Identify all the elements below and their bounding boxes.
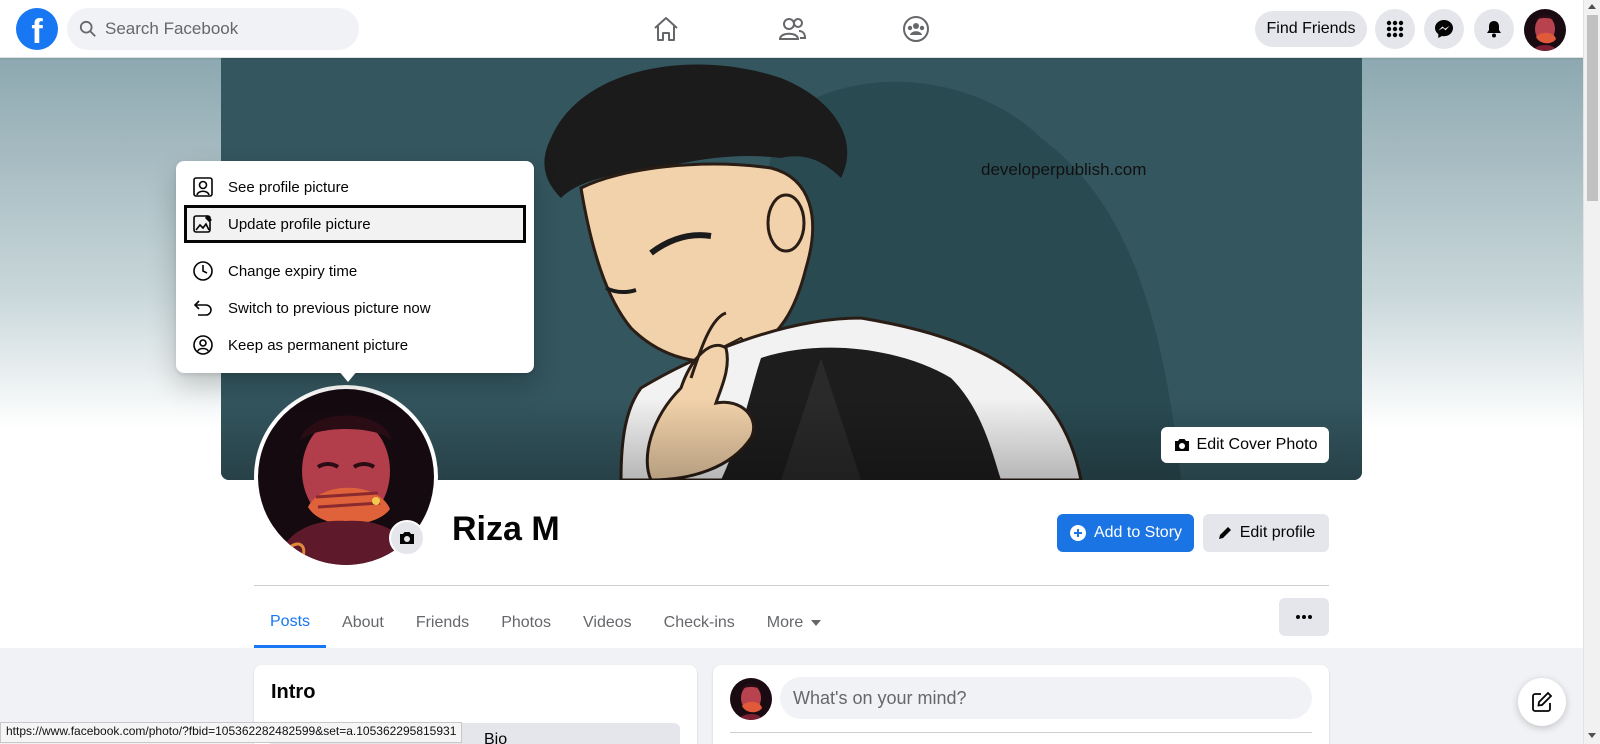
camera-icon <box>1174 439 1189 451</box>
tab-videos-label: Videos <box>583 614 632 631</box>
menu-item-keep-as-permanent-label: Keep as permanent picture <box>228 336 409 354</box>
menu-item-change-expiry-time[interactable]: Change expiry time <box>184 252 526 290</box>
scrollbar-thumb[interactable] <box>1587 15 1598 201</box>
menu-item-switch-to-previous-picture[interactable]: Switch to previous picture now <box>184 289 526 327</box>
compose-icon <box>1532 691 1553 712</box>
caret-down-icon <box>811 620 822 626</box>
more-options-button[interactable] <box>1279 598 1329 636</box>
tab-check-ins[interactable]: Check-ins <box>648 598 751 648</box>
facebook-logo-icon[interactable]: f <box>16 8 58 50</box>
menu-item-update-profile-picture-label: Update profile picture <box>228 215 371 233</box>
tab-photos-label: Photos <box>501 614 551 631</box>
profile-picture-menu: See profile picture Update profile pictu… <box>176 161 534 373</box>
top-navigation-bar: f Find Friends <box>0 0 1583 58</box>
edit-profile-button[interactable]: Edit profile <box>1203 514 1329 552</box>
menu-item-see-profile-picture[interactable]: See profile picture <box>184 168 526 206</box>
person-circle-icon <box>192 334 214 356</box>
image-edit-icon <box>192 213 214 235</box>
tab-photos[interactable]: Photos <box>485 598 567 648</box>
status-bar-url: https://www.facebook.com/photo/?fbid=105… <box>0 722 463 743</box>
menu-item-switch-to-previous-picture-label: Switch to previous picture now <box>228 299 431 317</box>
composer-divider <box>730 732 1312 733</box>
new-message-compose-button[interactable] <box>1518 678 1566 726</box>
edit-cover-photo-button[interactable]: Edit Cover Photo <box>1161 427 1329 463</box>
tab-videos[interactable]: Videos <box>567 598 648 648</box>
intro-title: Intro <box>271 681 316 703</box>
scroll-down-arrow-icon[interactable] <box>1588 733 1596 738</box>
friends-icon[interactable] <box>772 10 812 48</box>
home-icon[interactable] <box>646 10 686 48</box>
tab-check-ins-label: Check-ins <box>663 614 735 631</box>
add-to-story-button[interactable]: Add to Story <box>1057 514 1194 552</box>
tab-about[interactable]: About <box>326 598 400 648</box>
find-friends-button[interactable]: Find Friends <box>1255 11 1367 47</box>
menu-item-change-expiry-time-label: Change expiry time <box>228 262 358 280</box>
post-composer-card <box>713 665 1329 744</box>
tab-friends[interactable]: Friends <box>400 598 485 648</box>
tab-more-label: More <box>766 614 804 631</box>
notifications-bell-icon[interactable] <box>1474 9 1514 49</box>
edit-cover-photo-label: Edit Cover Photo <box>1196 436 1318 453</box>
whats-on-your-mind-input[interactable] <box>780 677 1312 719</box>
ellipsis-icon <box>1296 615 1312 619</box>
edit-profile-label: Edit profile <box>1239 524 1316 541</box>
undo-icon <box>192 297 214 319</box>
tab-about-label: About <box>342 614 384 631</box>
cover-watermark-text: developerpublish.com <box>981 160 1147 179</box>
account-avatar[interactable] <box>1524 9 1566 51</box>
scroll-up-arrow-icon[interactable] <box>1588 4 1596 9</box>
tab-more[interactable]: More <box>751 598 837 648</box>
tab-posts[interactable]: Posts <box>254 598 327 648</box>
profile-name: Riza M <box>452 510 560 548</box>
update-profile-picture-camera-icon[interactable] <box>389 520 425 556</box>
menu-pointer-arrow <box>338 370 358 382</box>
menu-item-keep-as-permanent[interactable]: Keep as permanent picture <box>184 326 526 364</box>
menu-grid-icon[interactable] <box>1375 9 1415 49</box>
search-icon <box>79 20 96 37</box>
search-box[interactable] <box>67 8 359 50</box>
plus-circle-icon <box>1069 525 1086 541</box>
search-input[interactable] <box>105 19 335 39</box>
person-frame-icon <box>192 176 214 198</box>
profile-divider <box>254 585 1329 586</box>
menu-item-update-profile-picture[interactable]: Update profile picture <box>184 205 526 243</box>
messenger-icon[interactable] <box>1424 9 1464 49</box>
menu-item-see-profile-picture-label: See profile picture <box>228 178 349 196</box>
profile-tabs: Posts About Friends Photos Videos Check-… <box>254 598 837 648</box>
groups-icon[interactable] <box>896 10 936 48</box>
add-to-story-label: Add to Story <box>1093 524 1183 541</box>
clock-icon <box>192 260 214 282</box>
tab-friends-label: Friends <box>415 614 470 631</box>
pencil-icon <box>1218 527 1231 539</box>
add-bio-label: Bio <box>484 731 508 744</box>
tab-posts-label: Posts <box>270 612 311 630</box>
composer-avatar[interactable] <box>730 678 772 720</box>
